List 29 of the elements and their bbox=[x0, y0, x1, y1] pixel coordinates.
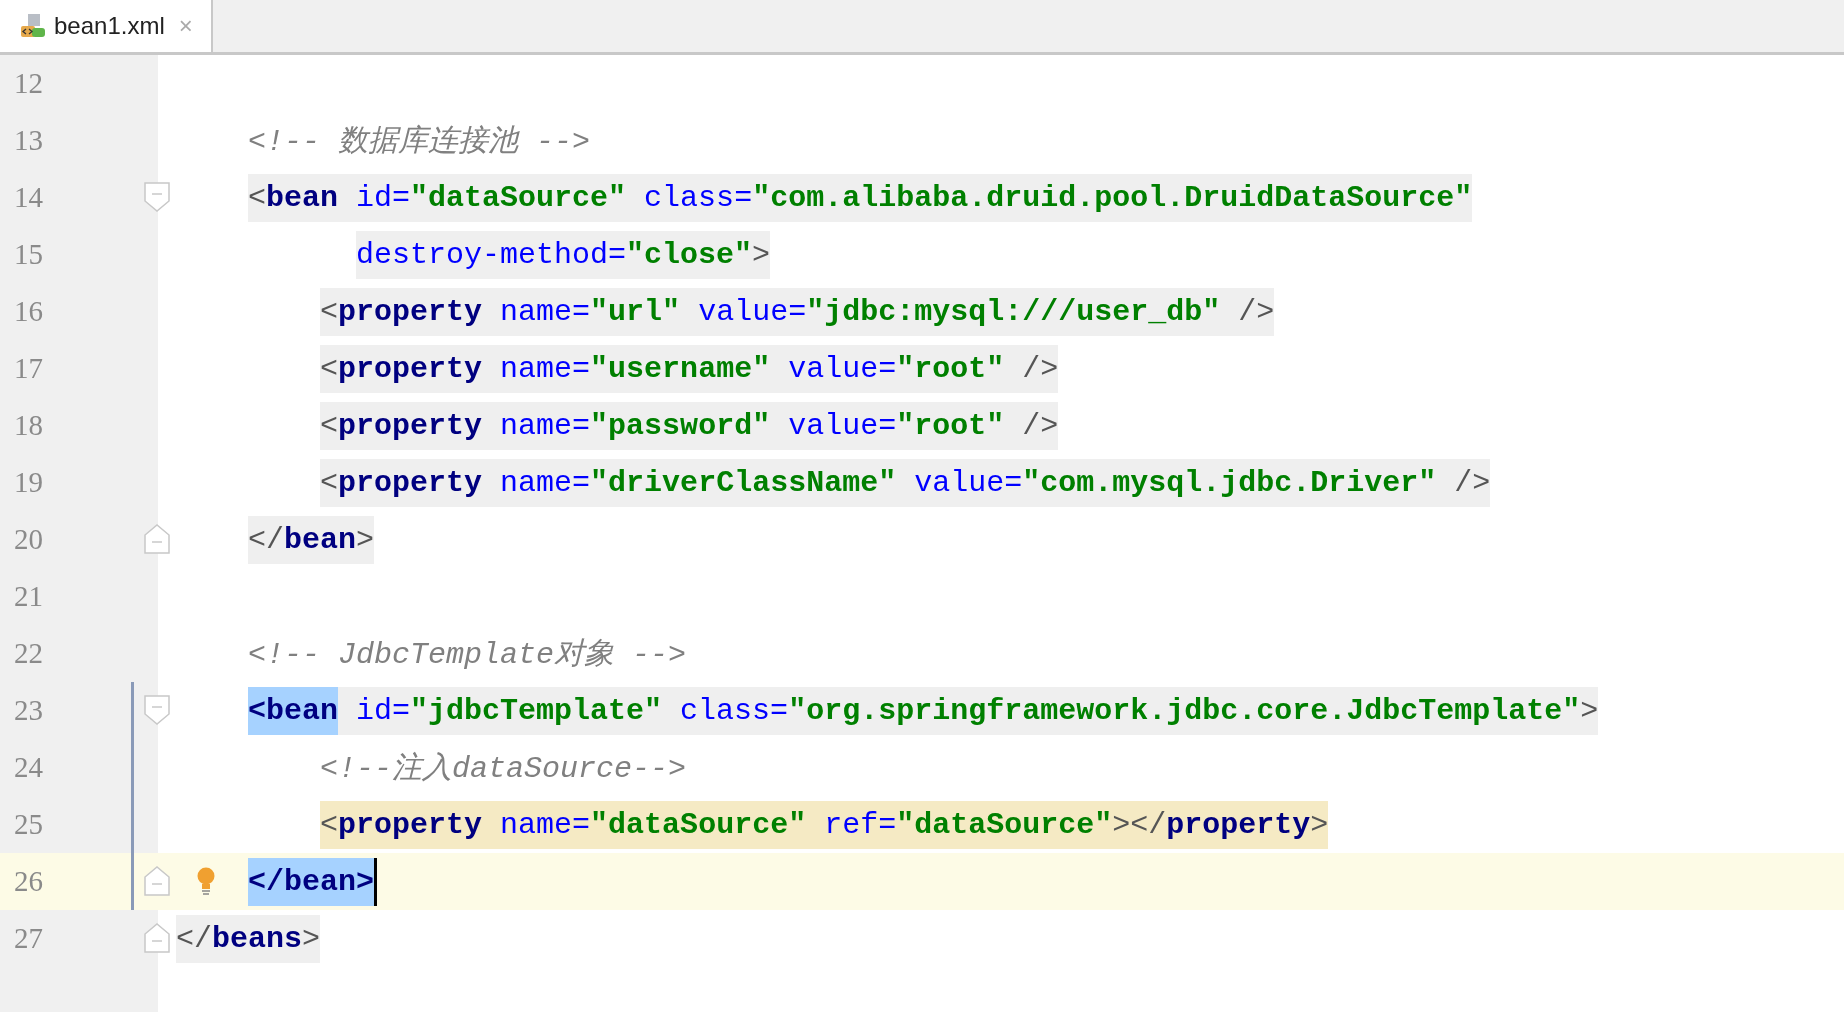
line-number: 24 bbox=[14, 751, 44, 784]
line-number: 16 bbox=[14, 295, 44, 328]
line-number: 23 bbox=[14, 694, 44, 727]
file-tab[interactable]: bean1.xml × bbox=[0, 0, 213, 52]
text-caret bbox=[374, 857, 378, 906]
unfold-icon[interactable] bbox=[144, 923, 170, 953]
line-number: 18 bbox=[14, 409, 44, 442]
line-number: 21 bbox=[14, 580, 44, 613]
unfold-icon[interactable] bbox=[144, 866, 170, 896]
xml-file-icon bbox=[20, 13, 46, 39]
line-number: 25 bbox=[14, 808, 44, 841]
line-number: 20 bbox=[14, 523, 44, 556]
line-number: 13 bbox=[14, 124, 44, 157]
tab-label: bean1.xml bbox=[54, 12, 165, 40]
fold-icon[interactable] bbox=[144, 182, 170, 212]
lightbulb-icon[interactable] bbox=[196, 867, 216, 895]
line-number: 27 bbox=[14, 922, 44, 955]
unfold-icon[interactable] bbox=[144, 524, 170, 554]
line-number: 22 bbox=[14, 637, 44, 670]
code-line: <!--注入dataSource--> bbox=[320, 751, 687, 788]
line-number: 19 bbox=[14, 466, 44, 499]
line-number: 12 bbox=[14, 67, 44, 100]
line-number: 15 bbox=[14, 238, 44, 271]
code-line: <!-- JdbcTemplate对象 --> bbox=[248, 637, 687, 674]
line-number: 26 bbox=[14, 865, 44, 898]
line-number: 14 bbox=[14, 181, 44, 214]
fold-icon[interactable] bbox=[144, 695, 170, 725]
line-number: 17 bbox=[14, 352, 44, 385]
code-line: <!-- 数据库连接池 --> bbox=[248, 123, 591, 161]
